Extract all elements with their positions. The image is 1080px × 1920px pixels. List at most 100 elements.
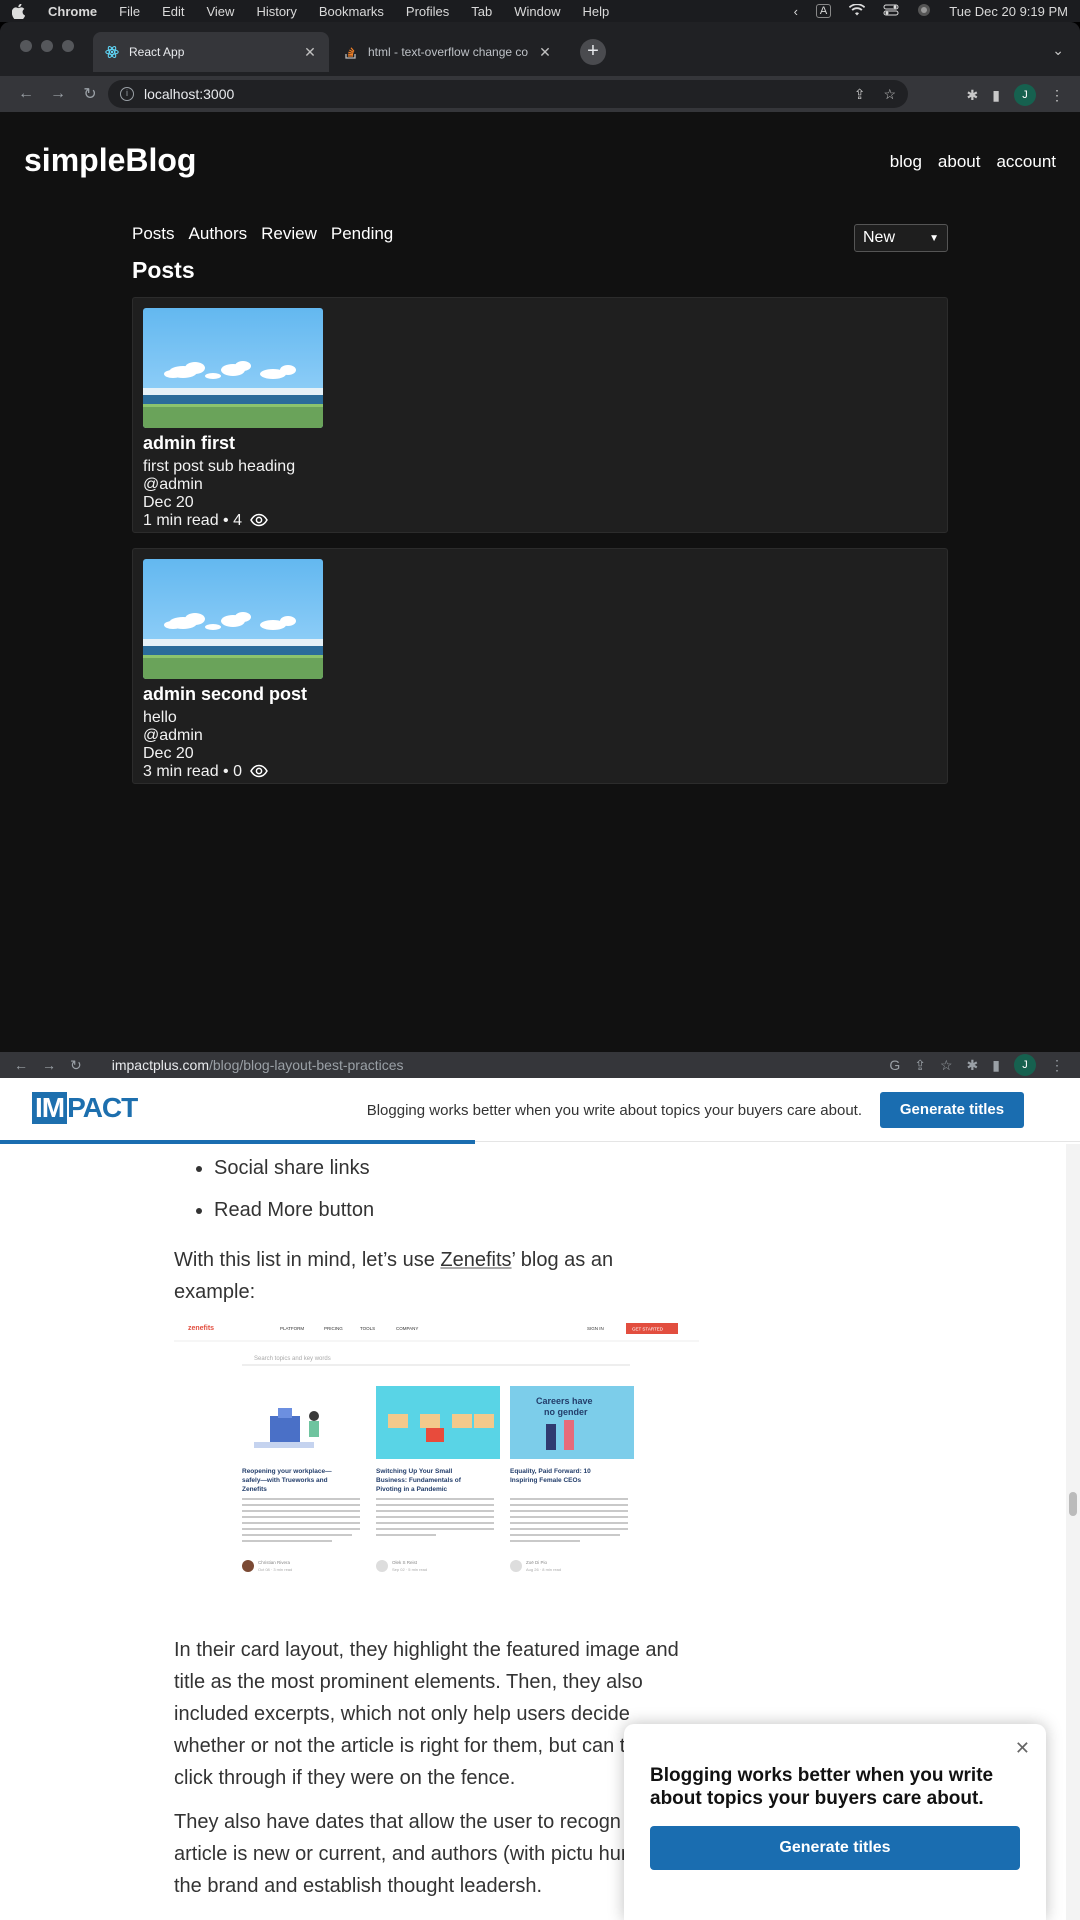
subnav-pending[interactable]: Pending xyxy=(331,224,393,244)
new-tab-button[interactable]: + xyxy=(580,39,606,65)
svg-text:Careers have: Careers have xyxy=(536,1396,593,1406)
post-title[interactable]: admin second post xyxy=(143,684,307,705)
close-tab-icon[interactable]: ✕ xyxy=(303,44,317,61)
zoom-window-button[interactable] xyxy=(62,40,74,52)
tab-stackoverflow[interactable]: html - text-overflow change co ✕ xyxy=(332,32,564,72)
svg-text:Inspiring Female CEOs: Inspiring Female CEOs xyxy=(510,1477,582,1484)
info-icon[interactable]: i xyxy=(120,87,134,101)
extensions-icon[interactable]: ✱ xyxy=(967,1057,979,1074)
close-window-button[interactable] xyxy=(20,40,32,52)
nav-blog[interactable]: blog xyxy=(890,152,922,172)
sidepanel-icon[interactable]: ▮ xyxy=(992,1057,1000,1074)
svg-text:Search topics and key words: Search topics and key words xyxy=(254,1356,331,1362)
post-subheading: hello xyxy=(143,709,177,726)
menu-window[interactable]: Window xyxy=(514,4,560,19)
star-icon[interactable]: ☆ xyxy=(883,86,896,103)
post-author[interactable]: @admin xyxy=(143,727,203,745)
svg-text:PLATFORM: PLATFORM xyxy=(280,1326,304,1331)
svg-text:Switching Up Your Small: Switching Up Your Small xyxy=(376,1468,453,1475)
forward-icon[interactable]: → xyxy=(42,85,74,103)
chevron-down-icon[interactable]: ⌄ xyxy=(1052,42,1064,59)
sidepanel-icon[interactable]: ▮ xyxy=(992,87,1000,104)
browser-window-react-app: React App ✕ html - text-overflow change … xyxy=(0,22,1080,1056)
post-views: 0 xyxy=(233,763,242,780)
svg-text:SIGN IN: SIGN IN xyxy=(587,1326,604,1331)
site-title[interactable]: simpleBlog xyxy=(24,142,196,179)
post-read-time: 1 min read xyxy=(143,512,219,529)
svg-text:Reopening your workplace—: Reopening your workplace— xyxy=(242,1468,332,1475)
popup-generate-titles-button[interactable]: Generate titles xyxy=(650,1826,1020,1870)
address-bar[interactable]: impactplus.com/blog/blog-layout-best-pra… xyxy=(112,1057,404,1073)
subnav-posts[interactable]: Posts xyxy=(132,224,175,244)
post-card[interactable]: admin second post hello @admin Dec 20 3 … xyxy=(132,548,948,784)
share-icon[interactable]: ⇪ xyxy=(854,86,866,103)
address-bar[interactable]: i localhost:3000 ⇪ ☆ xyxy=(108,80,908,108)
reload-icon[interactable]: ↻ xyxy=(74,84,106,104)
menu-tab[interactable]: Tab xyxy=(471,4,492,19)
page-scrollbar[interactable] xyxy=(1066,1144,1080,1920)
profile-avatar[interactable]: J xyxy=(1014,1054,1036,1076)
extensions-icon[interactable]: ✱ xyxy=(967,87,979,104)
svg-text:Christian Rivera: Christian Rivera xyxy=(258,1560,291,1565)
nav-account[interactable]: account xyxy=(996,152,1056,172)
menu-view[interactable]: View xyxy=(206,4,234,19)
post-title[interactable]: admin first xyxy=(143,433,235,454)
share-icon[interactable]: ⇪ xyxy=(914,1057,926,1074)
post-card[interactable]: admin first first post sub heading @admi… xyxy=(132,297,948,533)
svg-text:Business: Fundamentals of: Business: Fundamentals of xyxy=(376,1477,462,1484)
svg-text:Pivoting in a Pandemic: Pivoting in a Pandemic xyxy=(376,1486,448,1493)
menu-profiles[interactable]: Profiles xyxy=(406,4,449,19)
menu-history[interactable]: History xyxy=(256,4,296,19)
tab-title: html - text-overflow change co xyxy=(368,45,529,59)
svg-text:COMPANY: COMPANY xyxy=(396,1326,418,1331)
sort-select[interactable]: New ▼ xyxy=(854,224,948,252)
apple-icon[interactable] xyxy=(11,3,26,20)
siri-icon[interactable] xyxy=(917,3,931,20)
blog-page: simpleBlog blog about account Posts Auth… xyxy=(0,112,1080,1056)
chevron-left-icon[interactable]: ‹ xyxy=(794,4,798,19)
post-thumbnail[interactable] xyxy=(143,559,323,679)
star-icon[interactable]: ☆ xyxy=(940,1057,953,1074)
list-item: Read More button xyxy=(214,1194,694,1226)
back-icon[interactable]: ← xyxy=(14,1057,28,1073)
article-paragraph: They also have dates that allow the user… xyxy=(174,1811,686,1897)
control-center-icon[interactable] xyxy=(883,4,899,19)
forward-icon[interactable]: → xyxy=(42,1057,56,1073)
google-icon[interactable]: G xyxy=(889,1057,900,1073)
kebab-menu-icon[interactable]: ⋮ xyxy=(1050,1057,1064,1074)
input-method-icon[interactable]: A xyxy=(815,4,832,18)
wifi-icon[interactable] xyxy=(849,2,866,19)
url-path: /blog/blog-layout-best-practices xyxy=(209,1057,404,1073)
svg-text:Zoë Di Pio: Zoë Di Pio xyxy=(526,1560,548,1565)
menu-bookmarks[interactable]: Bookmarks xyxy=(319,4,384,19)
menu-chrome[interactable]: Chrome xyxy=(48,4,97,19)
svg-text:GET STARTED: GET STARTED xyxy=(632,1327,664,1332)
menu-edit[interactable]: Edit xyxy=(162,4,184,19)
svg-text:Zenefits: Zenefits xyxy=(242,1486,267,1493)
eye-icon xyxy=(250,764,269,783)
kebab-menu-icon[interactable]: ⋮ xyxy=(1050,87,1064,104)
nav-about[interactable]: about xyxy=(938,152,981,172)
site-nav: blog about account xyxy=(890,152,1056,172)
close-tab-icon[interactable]: ✕ xyxy=(538,44,552,61)
reload-icon[interactable]: ↻ xyxy=(70,1057,82,1074)
sort-selected-value: New xyxy=(863,229,896,246)
back-icon[interactable]: ← xyxy=(10,85,42,103)
generate-titles-button[interactable]: Generate titles xyxy=(880,1092,1024,1128)
subnav-authors[interactable]: Authors xyxy=(189,224,248,244)
tab-react-app[interactable]: React App ✕ xyxy=(93,32,329,72)
zenefits-link[interactable]: Zenefits xyxy=(440,1249,511,1271)
post-thumbnail[interactable] xyxy=(143,308,323,428)
scrollbar-thumb[interactable] xyxy=(1069,1492,1077,1516)
post-author[interactable]: @admin xyxy=(143,476,203,494)
clock-datetime[interactable]: Tue Dec 20 9:19 PM xyxy=(949,4,1068,19)
minimize-window-button[interactable] xyxy=(41,40,53,52)
subnav-review[interactable]: Review xyxy=(261,224,317,244)
profile-avatar[interactable]: J xyxy=(1014,84,1036,106)
menu-file[interactable]: File xyxy=(119,4,140,19)
menu-help[interactable]: Help xyxy=(583,4,610,19)
svg-text:Aug 26 · 8 min read: Aug 26 · 8 min read xyxy=(526,1567,561,1572)
close-icon[interactable]: ✕ xyxy=(1015,1738,1030,1759)
url-domain: impactplus.com xyxy=(111,1057,209,1073)
impact-logo[interactable]: IM PACT xyxy=(32,1092,138,1124)
